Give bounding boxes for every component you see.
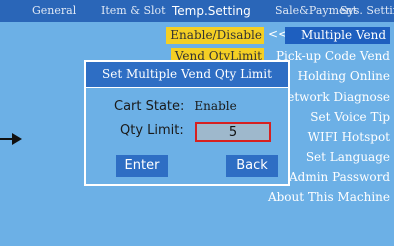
qty-limit-label: Qty Limit:: [120, 123, 184, 138]
tab-sys-setting[interactable]: Sys. Setting: [340, 0, 394, 22]
enter-button[interactable]: Enter: [116, 155, 168, 177]
menu-item-multiple-vend[interactable]: Multiple Vend: [285, 27, 390, 44]
qty-limit-input[interactable]: 5: [195, 122, 271, 142]
tab-temp-setting[interactable]: Temp.Setting: [172, 0, 251, 22]
qty-limit-dialog: Set Multiple Vend Qty Limit Cart State: E…: [84, 60, 290, 186]
menu-item-enable-disable[interactable]: Enable/Disable: [166, 27, 264, 44]
cart-state-value: Enable: [194, 99, 237, 113]
menu-item-about-this-machine[interactable]: About This Machine: [268, 189, 390, 206]
back-button[interactable]: Back: [226, 155, 278, 177]
menu-item-network-diagnose[interactable]: Network Diagnose: [277, 89, 390, 106]
arrow-right-icon: [12, 133, 22, 145]
menu-item-set-voice-tip[interactable]: Set Voice Tip: [310, 109, 390, 126]
dialog-title: Set Multiple Vend Qty Limit: [86, 62, 288, 88]
top-tab-bar: General Item & Slot Temp.Setting Sale&Pa…: [0, 0, 394, 22]
tab-item-slot[interactable]: Item & Slot: [101, 0, 166, 22]
menu-item-wifi-hotspot[interactable]: WIFI Hotspot: [308, 129, 390, 146]
menu-item-holding-online[interactable]: Holding Online: [298, 68, 390, 85]
menu-item-admin-password[interactable]: Admin Password: [289, 169, 390, 186]
cart-state-label: Cart State:: [114, 99, 185, 114]
qty-limit-row: Qty Limit:: [120, 123, 184, 138]
tab-general[interactable]: General: [32, 0, 76, 22]
menu-item-set-language[interactable]: Set Language: [306, 149, 390, 166]
menu-item-pick-up-code-vend[interactable]: Pick-up Code Vend: [276, 48, 390, 65]
cart-state-row: Cart State: Enable: [114, 99, 237, 114]
